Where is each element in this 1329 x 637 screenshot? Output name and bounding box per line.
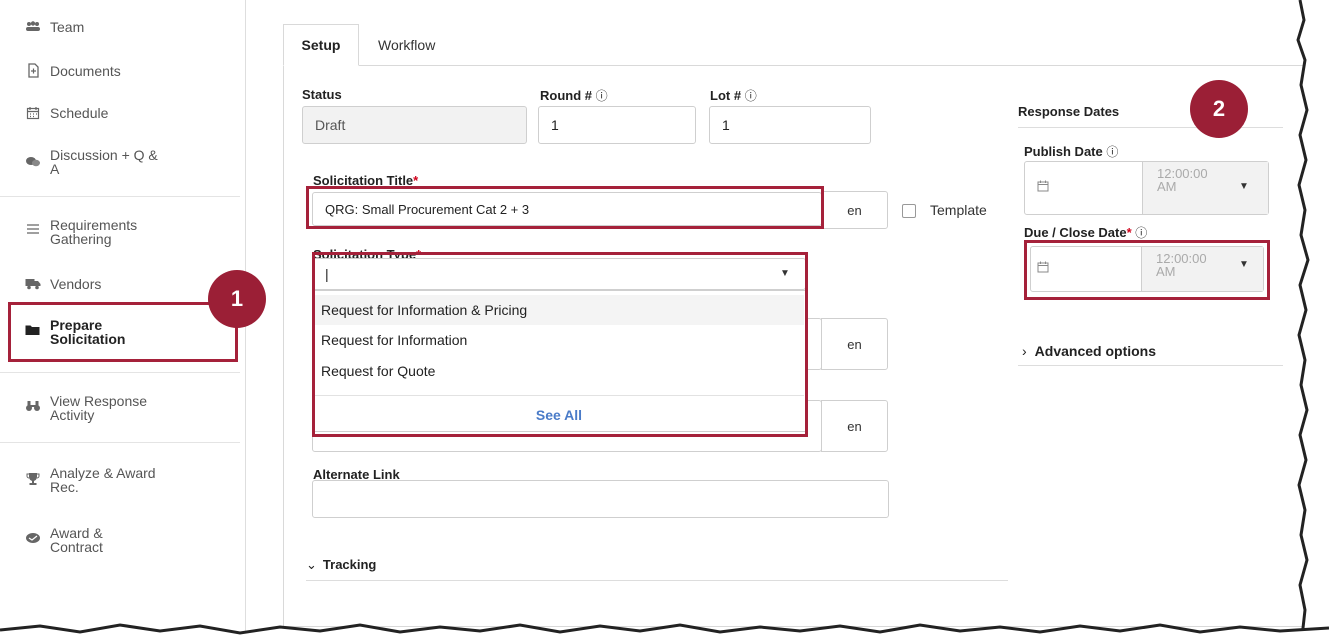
sidebar-item-schedule[interactable]: Schedule xyxy=(22,106,108,120)
advanced-divider xyxy=(1018,365,1283,366)
sidebar-item-label: Team xyxy=(50,19,85,35)
sidebar-item-label: View Response Activity xyxy=(50,393,148,423)
info-icon: ⓘ xyxy=(1135,226,1148,240)
sidebar-item-label: Award & Contract xyxy=(50,525,103,555)
callout-badge-1: 1 xyxy=(208,270,266,328)
highlight-title xyxy=(306,186,824,229)
sidebar-item-analyze-award[interactable]: Analyze & Award Rec. xyxy=(22,466,156,494)
highlight-due-date xyxy=(1024,240,1270,300)
callout-badge-2: 2 xyxy=(1190,80,1248,138)
sidebar-item-label: Analyze & Award Rec. xyxy=(50,465,156,495)
tracking-toggle[interactable]: ⌄ Tracking xyxy=(306,557,376,573)
tab-workflow[interactable]: Workflow xyxy=(378,37,435,53)
title-language-button[interactable]: en xyxy=(821,191,888,229)
trophy-icon xyxy=(22,472,44,486)
torn-edge-bottom xyxy=(0,623,1329,637)
status-field: Draft xyxy=(302,106,527,144)
publish-date-label: Publish Date ⓘ xyxy=(1024,144,1119,159)
template-label: Template xyxy=(930,202,987,218)
advanced-options-toggle[interactable]: › Advanced options xyxy=(1022,343,1156,359)
sidebar-item-label: Requirements Gathering xyxy=(50,217,138,247)
due-date-label: Due / Close Date* ⓘ xyxy=(1024,225,1148,240)
info-icon: ⓘ xyxy=(1106,145,1119,159)
sidebar-item-award-contract[interactable]: Award & Contract xyxy=(22,526,103,554)
calendar-icon xyxy=(1037,180,1049,195)
round-label: Round # ⓘ xyxy=(540,88,608,103)
binoculars-icon xyxy=(22,400,44,412)
handshake-icon xyxy=(22,532,44,544)
chevron-down-icon: ⌄ xyxy=(306,557,317,572)
callout-highlight-sidebar xyxy=(8,302,238,362)
tab-setup[interactable]: Setup xyxy=(283,24,359,66)
sidebar-divider xyxy=(0,372,240,373)
publish-date-input[interactable]: 12:00:00 AM ▼ xyxy=(1024,161,1269,215)
sidebar-item-view-response[interactable]: View Response Activity xyxy=(22,394,147,422)
sidebar-item-discussion[interactable]: Discussion + Q & A xyxy=(22,148,158,176)
status-label: Status xyxy=(302,87,342,102)
field-1-language-button[interactable]: en xyxy=(821,318,888,370)
sidebar-item-label: Discussion + Q & A xyxy=(50,147,158,177)
alternate-link-input[interactable] xyxy=(312,480,889,518)
sidebar-item-label: Schedule xyxy=(50,105,109,121)
publish-time-select[interactable]: 12:00:00 AM xyxy=(1142,162,1268,214)
response-dates-heading: Response Dates xyxy=(1018,104,1120,119)
truck-icon xyxy=(22,278,44,290)
discussion-icon xyxy=(22,156,44,168)
sidebar-item-requirements[interactable]: Requirements Gathering xyxy=(22,218,137,246)
sidebar-divider xyxy=(0,442,240,443)
sidebar-item-team[interactable]: Team xyxy=(22,20,84,34)
chevron-down-icon[interactable]: ▼ xyxy=(1239,181,1249,192)
sidebar-item-label: Documents xyxy=(50,62,121,79)
calendar-icon xyxy=(22,106,44,120)
documents-icon xyxy=(22,63,44,78)
team-icon xyxy=(22,21,44,33)
sidebar-divider xyxy=(0,196,240,197)
template-checkbox[interactable] xyxy=(902,204,916,218)
sidebar-item-vendors[interactable]: Vendors xyxy=(22,277,101,291)
lot-label: Lot # ⓘ xyxy=(710,88,757,103)
info-icon: ⓘ xyxy=(595,89,608,103)
highlight-type xyxy=(312,252,808,437)
torn-edge-right xyxy=(1296,0,1329,637)
chevron-right-icon: › xyxy=(1022,343,1027,359)
info-icon: ⓘ xyxy=(744,89,757,103)
field-2-language-button[interactable]: en xyxy=(821,400,888,452)
round-input[interactable]: 1 xyxy=(538,106,696,144)
response-dates-divider xyxy=(1018,127,1283,128)
tracking-divider xyxy=(306,580,1008,581)
sidebar-item-label: Vendors xyxy=(50,276,102,292)
sidebar-item-documents[interactable]: Documents xyxy=(22,63,121,78)
lot-input[interactable]: 1 xyxy=(709,106,871,144)
list-icon xyxy=(22,224,44,234)
